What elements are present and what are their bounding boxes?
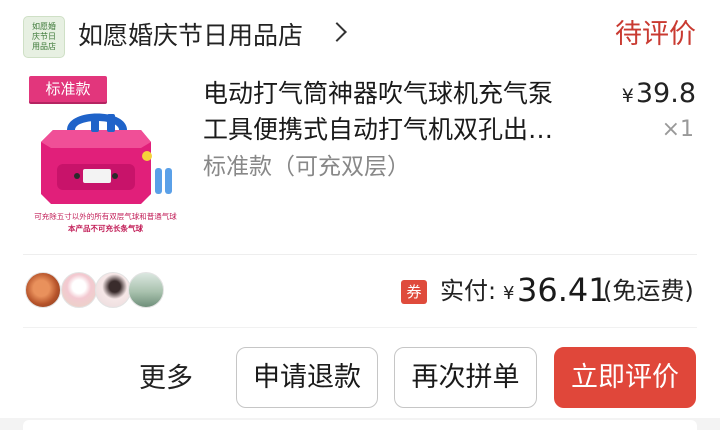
price-currency: ¥	[621, 85, 634, 107]
next-card-edge	[0, 418, 720, 430]
divider	[23, 327, 697, 328]
paid-currency: ¥	[503, 283, 515, 304]
product-thumbnail[interactable]: 标准款 可充除五寸以外的所有双层气球和普通气球 本产品不可充长条气球	[23, 72, 188, 235]
product-price: ¥39.8	[622, 76, 696, 114]
product-variant: 标准款（可充双层）	[203, 154, 410, 180]
shipping-note: (免运费)	[603, 277, 694, 305]
product-title-line-1[interactable]: 电动打气筒神器吹气球机充气泵	[203, 76, 603, 112]
paid-amount: 36.41	[517, 271, 609, 309]
refund-button[interactable]: 申请退款	[236, 347, 378, 408]
avatar-girl	[95, 272, 131, 308]
avatar-landscape	[128, 272, 164, 308]
order-status: 待评价	[615, 19, 696, 50]
avatar-cartoon	[61, 272, 97, 308]
paid-label: 实付:	[440, 277, 497, 305]
more-button[interactable]: 更多	[130, 357, 202, 401]
product-quantity: ×1	[661, 117, 694, 142]
product-image-caption: 可充除五寸以外的所有双层气球和普通气球	[34, 212, 177, 221]
review-button[interactable]: 立即评价	[554, 347, 696, 408]
price-value: 39.8	[635, 78, 696, 109]
avatar-rose	[25, 272, 61, 308]
divider	[23, 254, 697, 255]
reorder-button[interactable]: 再次拼单	[394, 347, 537, 408]
chevron-right-icon[interactable]	[327, 22, 347, 42]
order-card: 如愿婚 庆节日 用品店 如愿婚庆节日用品店 待评价 标准款 可充除五寸以外的所有…	[0, 0, 720, 418]
product-image-tag: 标准款	[29, 76, 107, 102]
shop-logo-text: 如愿婚 庆节日 用品店	[32, 22, 56, 51]
product-image-warning: 本产品不可充长条气球	[68, 224, 143, 233]
shop-name[interactable]: 如愿婚庆节日用品店	[78, 18, 303, 54]
product-title-line-2[interactable]: 工具便携式自动打气机双孔出…	[203, 112, 603, 148]
coupon-badge: 券	[401, 280, 427, 304]
next-card-top	[23, 420, 697, 430]
shop-logo[interactable]: 如愿婚 庆节日 用品店	[23, 16, 65, 58]
